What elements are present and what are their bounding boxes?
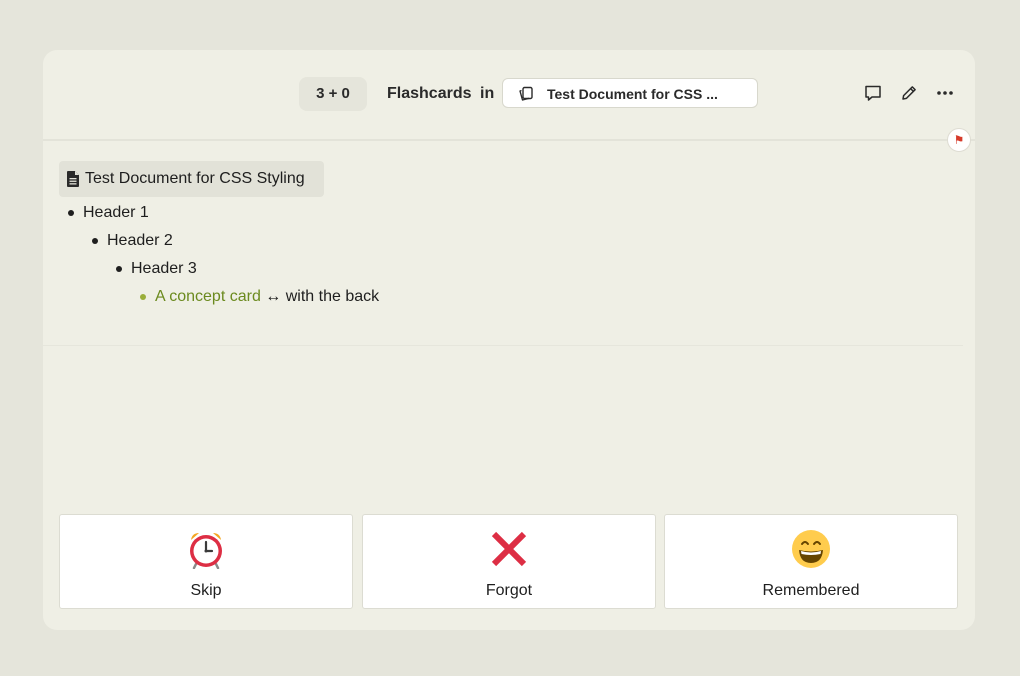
flashcard-toolbar: 3 + 0 Flashcards in Test Document for CS…	[43, 50, 975, 141]
document-reference[interactable]: Test Document for CSS Styling	[59, 161, 324, 197]
skip-label: Skip	[190, 582, 222, 599]
bullet-icon	[92, 238, 98, 244]
cards-icon	[519, 86, 533, 101]
flag-icon[interactable]: ⚑	[947, 128, 971, 152]
comment-icon[interactable]	[863, 83, 883, 103]
document-title: Test Document for CSS Styling	[85, 170, 305, 187]
more-icon[interactable]	[935, 83, 955, 103]
edit-icon[interactable]	[899, 83, 919, 103]
bidirectional-arrow-icon: ↔	[265, 288, 282, 305]
remembered-label: Remembered	[762, 582, 860, 599]
bullet-icon	[116, 266, 122, 272]
document-selector[interactable]: Test Document for CSS ...	[502, 78, 758, 108]
remembered-button[interactable]: Remembered	[664, 514, 958, 609]
tree-item-header-2[interactable]: Header 2	[107, 232, 173, 250]
flashcard-panel: 3 + 0 Flashcards in Test Document for CS…	[43, 50, 975, 630]
in-label: in	[480, 85, 495, 102]
bullet-icon	[140, 294, 146, 300]
forgot-button[interactable]: Forgot	[362, 514, 656, 609]
alarm-clock-icon	[190, 533, 222, 569]
card-front-text: A concept card	[155, 288, 261, 305]
forgot-label: Forgot	[485, 582, 533, 599]
bullet-icon	[68, 210, 74, 216]
tree-item-header-1[interactable]: Header 1	[83, 204, 149, 222]
skip-button[interactable]: Skip	[59, 514, 353, 609]
page-title: Flashcards	[387, 85, 472, 102]
tree-item-header-3[interactable]: Header 3	[131, 260, 197, 278]
concept-card[interactable]: A concept card ↔ with the back	[155, 288, 379, 306]
divider	[43, 345, 963, 346]
card-back-text: with the back	[285, 288, 380, 305]
grinning-face-icon	[792, 530, 830, 568]
document-selector-label: Test Document for CSS ...	[547, 86, 718, 102]
cross-mark-icon	[491, 531, 527, 567]
file-icon	[67, 171, 79, 187]
card-count-badge[interactable]: 3 + 0	[299, 77, 367, 111]
